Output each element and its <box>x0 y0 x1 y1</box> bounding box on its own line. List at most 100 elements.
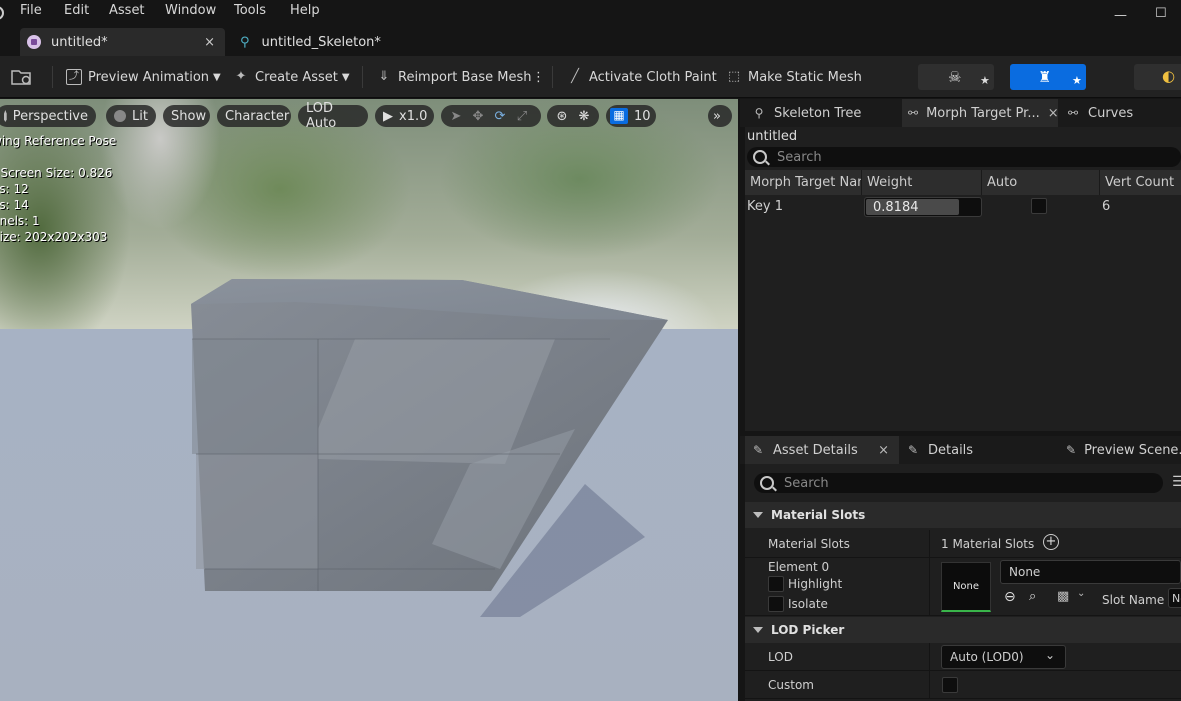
view-options-icon[interactable]: ☰ <box>1172 474 1181 490</box>
folder-search-icon <box>11 70 31 85</box>
skeleton-mode-button[interactable]: ☠ ★ <box>918 64 994 90</box>
chevron-down-icon[interactable]: ⌄ <box>1077 588 1085 599</box>
slot-name-input[interactable]: No <box>1168 588 1181 608</box>
preview-animation-button[interactable]: ⤴ Preview Animation ▼ <box>66 66 221 88</box>
section-lod-picker[interactable]: LOD Picker <box>745 617 1181 643</box>
column-divider <box>929 530 930 557</box>
column-weight[interactable]: Weight <box>862 170 982 195</box>
tab-preview-scene[interactable]: ✎ Preview Scene... <box>1062 436 1181 464</box>
character-button[interactable]: Character <box>217 105 291 127</box>
weight-slider[interactable]: 0.8184 <box>864 197 982 217</box>
use-selected-icon[interactable]: ⊖ <box>1004 589 1016 605</box>
mesh-mode-button[interactable]: ♜ ★ <box>1010 64 1086 90</box>
grid-snap-control[interactable]: ▦ 10 <box>606 105 656 127</box>
preview-animation-label: Preview Animation <box>88 69 210 85</box>
more-options-icon[interactable]: ⋮ <box>532 66 545 88</box>
menu-asset[interactable]: Asset <box>109 3 145 18</box>
collapse-arrow-icon <box>753 627 763 633</box>
isolate-checkbox[interactable] <box>768 596 784 612</box>
asset-details-panel: Search ☰ Material Slots Material Slots 1… <box>745 464 1181 701</box>
isolate-label: Isolate <box>788 597 828 611</box>
morph-search-input[interactable]: Search <box>747 147 1181 167</box>
reimport-base-mesh-button[interactable]: ⇓ Reimport Base Mesh <box>376 66 532 88</box>
close-tab-icon[interactable]: × <box>204 35 215 50</box>
create-asset-button[interactable]: ✦ Create Asset ▼ <box>233 66 350 88</box>
animation-mode-button[interactable]: ◐ <box>1134 64 1181 90</box>
tab-skeleton-tree[interactable]: ⚲ Skeleton Tree <box>746 99 902 127</box>
coordinate-tools: ⊛ ❋ <box>547 105 599 127</box>
auto-checkbox[interactable] <box>1031 198 1047 214</box>
mesh-mode-icon: ♜ <box>1038 68 1052 86</box>
show-label: Show <box>171 108 207 124</box>
perspective-button[interactable]: Perspective <box>0 105 96 127</box>
material-combo-value: None <box>1009 565 1041 579</box>
tab-skeleton[interactable]: ⚲ untitled_Skeleton* <box>230 28 410 56</box>
table-row[interactable]: Key 1 0.8184 6 <box>745 195 1181 220</box>
tab-asset-details[interactable]: ✎ Asset Details × <box>745 436 899 464</box>
minimize-button[interactable]: — <box>1114 8 1127 23</box>
grid-snap-icon[interactable]: ▦ <box>610 108 628 124</box>
column-vert-count[interactable]: Vert Count <box>1100 170 1181 195</box>
tab-untitled[interactable]: untitled* × <box>20 28 225 56</box>
right-panels: ⚲ Skeleton Tree ⚯ Morph Target Pr... × ⚯… <box>740 99 1181 701</box>
menu-help[interactable]: Help <box>290 3 320 18</box>
scale-icon[interactable]: ⤢ <box>511 109 533 124</box>
toolbar-divider <box>552 66 553 88</box>
mode-star-icon: ★ <box>980 74 990 87</box>
close-tab-icon[interactable]: × <box>878 443 889 458</box>
highlight-checkbox[interactable] <box>768 576 784 592</box>
custom-checkbox[interactable] <box>942 677 958 693</box>
activate-cloth-label: Activate Cloth Paint <box>589 69 717 85</box>
perspective-label: Perspective <box>12 108 88 124</box>
asset-name: untitled <box>747 129 798 144</box>
world-local-icon[interactable]: ⊛ <box>551 109 573 124</box>
activate-cloth-paint-button[interactable]: ╱ Activate Cloth Paint <box>567 66 717 88</box>
preview-viewport[interactable]: Perspective Lit Show Character LOD Auto … <box>0 99 738 701</box>
lod-label: LOD <box>768 650 793 664</box>
element-0-row: Element 0 Highlight Isolate None None ⊖ … <box>745 558 1181 616</box>
material-thumbnail[interactable]: None <box>941 562 991 612</box>
section-material-slots[interactable]: Material Slots <box>745 502 1181 528</box>
show-button[interactable]: Show <box>163 105 210 127</box>
chevron-down-icon: ⌄ <box>1044 648 1055 662</box>
checker-material-icon[interactable]: ▩ <box>1057 589 1069 604</box>
select-icon[interactable]: ➤ <box>445 109 467 124</box>
search-icon <box>760 476 774 490</box>
curves-icon: ⚯ <box>1067 106 1079 120</box>
unreal-logo-icon[interactable] <box>0 6 4 20</box>
asset-details-icon: ✎ <box>752 443 764 457</box>
stat-line: 0 <box>0 149 116 165</box>
tab-curves[interactable]: ⚯ Curves <box>1062 99 1181 127</box>
make-static-mesh-button[interactable]: ⬚ Make Static Mesh <box>726 66 862 88</box>
stat-line: wing Reference Pose <box>0 134 117 148</box>
expand-toolbar-icon[interactable]: » <box>708 105 732 127</box>
column-auto[interactable]: Auto <box>982 170 1100 195</box>
material-combo[interactable]: None <box>1000 560 1181 584</box>
tab-asset-details-label: Asset Details <box>773 442 858 458</box>
menu-edit[interactable]: Edit <box>64 3 89 18</box>
lod-dropdown[interactable]: Auto (LOD0) ⌄ <box>941 645 1066 669</box>
add-material-slot-icon[interactable]: + <box>1043 534 1059 550</box>
lod-button[interactable]: LOD Auto <box>298 101 368 131</box>
surface-snap-icon[interactable]: ❋ <box>573 109 595 124</box>
menu-tools[interactable]: Tools <box>234 3 266 18</box>
menu-file[interactable]: File <box>20 3 42 18</box>
play-speed-button[interactable]: ▶ x1.0 <box>375 105 434 127</box>
lit-button[interactable]: Lit <box>106 105 156 127</box>
material-slots-count: 1 Material Slots <box>941 537 1035 551</box>
reimport-label: Reimport Base Mesh <box>398 69 532 85</box>
menu-window[interactable]: Window <box>165 3 216 18</box>
pencil-icon: ✎ <box>907 443 919 457</box>
move-icon[interactable]: ✥ <box>467 109 489 124</box>
maximize-button[interactable]: ☐ <box>1155 6 1167 21</box>
rotate-icon[interactable]: ⟳ <box>489 109 511 124</box>
tab-morph-target-preview[interactable]: ⚯ Morph Target Pr... × <box>902 99 1058 127</box>
tab-details[interactable]: ✎ Details <box>902 436 1052 464</box>
column-morph-target-name[interactable]: Morph Target Name <box>745 170 862 195</box>
cube-icon <box>4 110 7 122</box>
browse-asset-icon[interactable]: ⌕ <box>1029 589 1036 604</box>
browse-folder-button[interactable] <box>10 66 34 88</box>
chevron-down-icon: ▼ <box>213 71 221 83</box>
details-search-input[interactable]: Search <box>754 473 1163 493</box>
close-tab-icon[interactable]: × <box>1048 106 1058 121</box>
